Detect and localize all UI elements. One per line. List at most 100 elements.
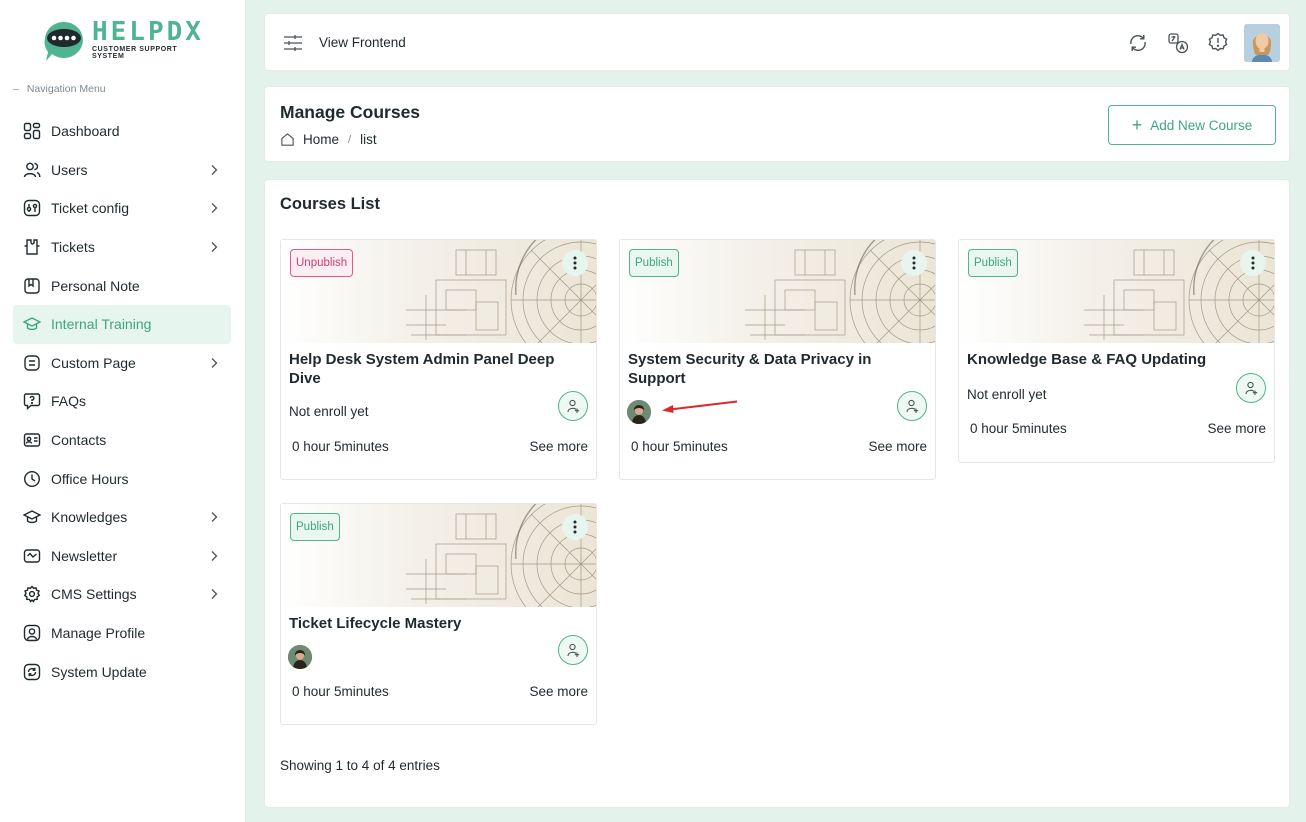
sidebar-item-label: Personal Note <box>51 277 140 294</box>
page-title: Manage Courses <box>280 102 421 122</box>
dashboard-icon <box>22 121 42 141</box>
sidebar-item-ticket-config[interactable]: Ticket config <box>13 189 231 228</box>
alert-icon[interactable] <box>1207 32 1229 54</box>
user-avatar[interactable] <box>1244 24 1280 62</box>
status-badge: Publish <box>968 249 1018 277</box>
course-thumbnail: Publish <box>620 240 935 343</box>
sync-icon[interactable] <box>1127 32 1149 54</box>
courses-list-title: Courses List <box>280 195 380 213</box>
brand-title: HELPDX <box>92 16 204 47</box>
course-card[interactable]: Publish System Security & Data Privacy i… <box>619 239 936 480</box>
enrolled-user-avatar <box>627 400 651 424</box>
sidebar-item-cms-settings[interactable]: CMS Settings <box>13 575 231 614</box>
enroll-status: Not enroll yet <box>967 387 1047 402</box>
sidebar-item-label: Newsletter <box>51 547 118 564</box>
sidebar-item-label: Office Hours <box>51 470 129 487</box>
gear-icon <box>22 584 42 604</box>
breadcrumb: Home / list <box>280 132 377 147</box>
see-more-link[interactable]: See more <box>529 684 588 699</box>
enroll-button[interactable] <box>897 391 927 421</box>
status-badge: Unpublish <box>290 249 354 277</box>
more-options-button[interactable] <box>901 250 927 276</box>
course-thumbnail: Unpublish <box>281 240 596 343</box>
nav-caption: – Navigation Menu <box>13 83 114 95</box>
sidebar-item-dashboard[interactable]: Dashboard <box>13 112 231 151</box>
more-options-button[interactable] <box>562 514 588 540</box>
chevron-right-icon <box>211 550 218 561</box>
sidebar-item-users[interactable]: Users <box>13 151 231 190</box>
filter-sliders-icon[interactable] <box>283 34 303 52</box>
sidebar-item-label: Internal Training <box>51 316 152 333</box>
nav-caption-dash: – <box>13 83 19 95</box>
add-new-course-button[interactable]: + Add New Course <box>1108 105 1276 145</box>
see-more-link[interactable]: See more <box>1207 421 1266 436</box>
course-duration: 0 hour 5minutes <box>292 684 389 699</box>
sidebar-item-faqs[interactable]: FAQs <box>13 382 231 421</box>
sidebar: HELPDX CUSTOMER SUPPORT SYSTEM – Navigati… <box>0 0 246 822</box>
course-duration: 0 hour 5minutes <box>970 421 1067 436</box>
sidebar-item-newsletter[interactable]: Newsletter <box>13 537 231 576</box>
plus-icon: + <box>1131 115 1143 135</box>
home-icon <box>281 133 294 146</box>
training-icon <box>22 314 42 334</box>
sidebar-item-label: Users <box>51 161 88 178</box>
sidebar-item-system-update[interactable]: System Update <box>13 652 231 691</box>
more-options-button[interactable] <box>562 250 588 276</box>
course-card[interactable]: Publish Ticket Lifecycle Mastery 0 hour … <box>280 503 597 725</box>
sidebar-item-custom-page[interactable]: Custom Page <box>13 344 231 383</box>
see-more-link[interactable]: See more <box>868 439 927 454</box>
user-plus-icon <box>567 399 580 413</box>
enroll-button[interactable] <box>558 391 588 421</box>
chevron-right-icon <box>211 511 218 522</box>
kebab-icon <box>1251 256 1255 270</box>
course-thumbnail: Publish <box>959 240 1274 343</box>
enroll-button[interactable] <box>558 635 588 665</box>
faq-icon <box>22 391 42 411</box>
breadcrumb-current: list <box>360 132 377 147</box>
course-title[interactable]: Knowledge Base & FAQ Updating <box>967 350 1257 369</box>
kebab-icon <box>573 520 577 534</box>
knowledge-icon <box>22 507 42 527</box>
users-icon <box>22 160 42 180</box>
course-title[interactable]: Ticket Lifecycle Mastery <box>289 614 579 633</box>
translate-icon[interactable] <box>1167 32 1189 54</box>
course-title[interactable]: System Security & Data Privacy in Suppor… <box>628 350 918 388</box>
page-icon <box>22 353 42 373</box>
kebab-icon <box>912 256 916 270</box>
sidebar-item-tickets[interactable]: Tickets <box>13 228 231 267</box>
enrolled-user-avatar <box>288 645 312 669</box>
sidebar-item-label: Knowledges <box>51 509 128 526</box>
breadcrumb-home[interactable]: Home <box>303 132 339 147</box>
brand-subtitle: CUSTOMER SUPPORT SYSTEM <box>92 45 178 60</box>
enroll-button[interactable] <box>1236 373 1266 403</box>
brand-logo[interactable]: HELPDX CUSTOMER SUPPORT SYSTEM <box>38 14 208 64</box>
status-badge: Publish <box>290 513 340 541</box>
chevron-right-icon <box>211 357 218 368</box>
course-duration: 0 hour 5minutes <box>292 439 389 454</box>
sidebar-item-label: Ticket config <box>51 200 130 217</box>
sidebar-item-label: Custom Page <box>51 354 136 371</box>
more-options-button[interactable] <box>1240 250 1266 276</box>
sidebar-item-label: Dashboard <box>51 123 120 140</box>
sidebar-item-knowledges[interactable]: Knowledges <box>13 498 231 537</box>
chevron-right-icon <box>211 164 218 175</box>
course-card[interactable]: Unpublish Help Desk System Admin Panel D… <box>280 239 597 480</box>
sidebar-item-label: CMS Settings <box>51 586 137 603</box>
sidebar-item-contacts[interactable]: Contacts <box>13 421 231 460</box>
course-card[interactable]: Publish Knowledge Base & FAQ Updating No… <box>958 239 1275 463</box>
sidebar-item-manage-profile[interactable]: Manage Profile <box>13 614 231 653</box>
sidebar-item-internal-training[interactable]: Internal Training <box>13 304 231 344</box>
sidebar-item-office-hours[interactable]: Office Hours <box>13 459 231 498</box>
profile-icon <box>22 623 42 643</box>
see-more-link[interactable]: See more <box>529 439 588 454</box>
contacts-icon <box>22 430 42 450</box>
view-frontend-link[interactable]: View Frontend <box>319 35 406 50</box>
sidebar-item-personal-note[interactable]: Personal Note <box>13 266 231 305</box>
update-icon <box>22 662 42 682</box>
kebab-icon <box>573 256 577 270</box>
annotation-arrow-icon <box>662 400 738 413</box>
entries-summary: Showing 1 to 4 of 4 entries <box>280 758 440 773</box>
ticket-config-icon <box>22 198 42 218</box>
chevron-right-icon <box>211 241 218 252</box>
course-title[interactable]: Help Desk System Admin Panel Deep Dive <box>289 350 579 388</box>
